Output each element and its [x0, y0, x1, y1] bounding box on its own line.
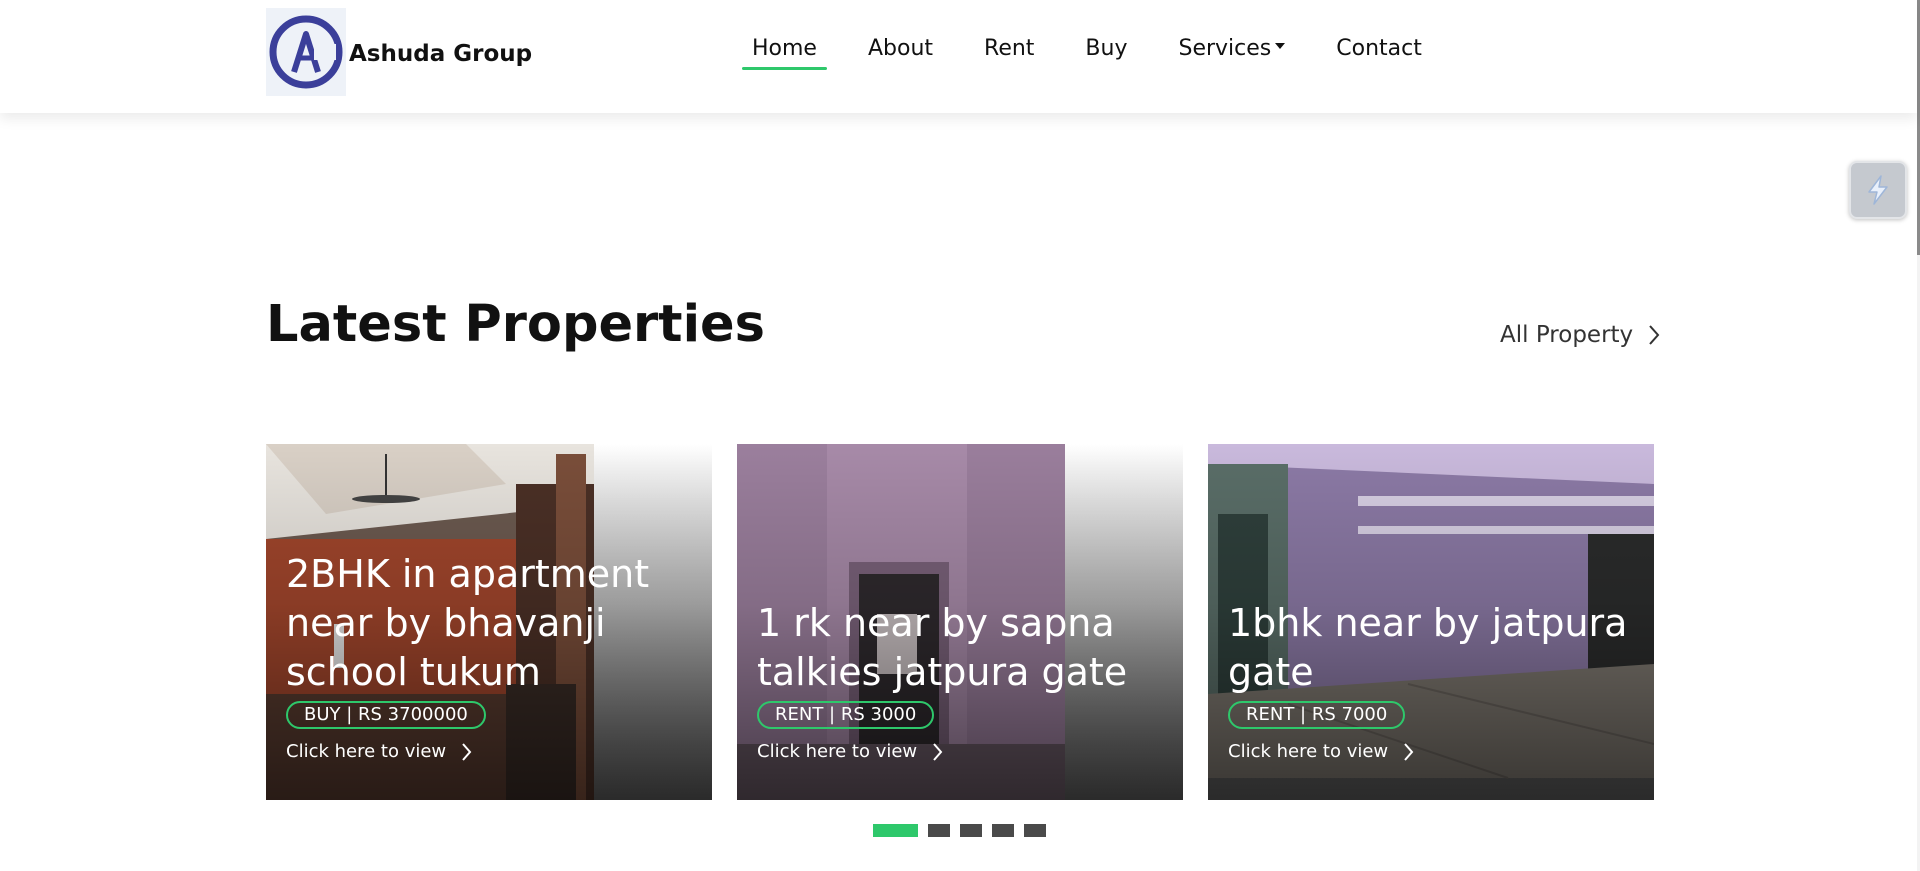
chevron-right-icon — [1404, 742, 1414, 761]
carousel-dot[interactable] — [928, 824, 950, 837]
brand-logo — [266, 8, 346, 96]
nav-about-label: About — [867, 36, 934, 61]
chevron-right-icon — [1649, 325, 1660, 345]
main-nav: Home About Rent Buy Services Contact — [742, 34, 1432, 70]
card-view-label: Click here to view — [286, 741, 447, 762]
nav-contact[interactable]: Contact — [1326, 34, 1432, 66]
carousel-dot[interactable] — [1024, 824, 1046, 837]
carousel-dot[interactable] — [873, 824, 918, 837]
nav-buy[interactable]: Buy — [1075, 34, 1137, 66]
bolt-widget-icon — [1868, 175, 1888, 205]
nav-rent[interactable]: Rent — [974, 34, 1044, 66]
property-card[interactable]: 1 rk near by sapna talkies jatpura gate … — [737, 444, 1183, 800]
card-view-link[interactable]: Click here to view — [1228, 741, 1638, 762]
all-property-link[interactable]: All Property — [1500, 322, 1661, 348]
property-card[interactable]: 1bhk near by jatpura gate RENT | RS 7000… — [1208, 444, 1654, 800]
carousel-pagination — [873, 824, 1046, 837]
chevron-right-icon — [462, 742, 472, 761]
site-header: Ashuda Group Home About Rent Buy Service… — [0, 0, 1917, 113]
card-title: 1bhk near by jatpura gate — [1228, 601, 1628, 694]
card-content: 1 rk near by sapna talkies jatpura gate … — [757, 599, 1167, 762]
card-price-badge: BUY | RS 3700000 — [286, 701, 486, 729]
card-title: 2BHK in apartment near by bhavanji schoo… — [286, 552, 650, 694]
nav-rent-label: Rent — [984, 36, 1035, 61]
card-title: 1 rk near by sapna talkies jatpura gate — [757, 601, 1128, 694]
card-view-label: Click here to view — [1228, 741, 1389, 762]
carousel-dot[interactable] — [992, 824, 1014, 837]
brand-link[interactable]: Ashuda Group — [266, 8, 532, 96]
brand-name: Ashuda Group — [349, 41, 533, 67]
card-content: 1bhk near by jatpura gate RENT | RS 7000… — [1228, 599, 1638, 762]
property-card[interactable]: 2BHK in apartment near by bhavanji schoo… — [266, 444, 712, 800]
nav-services-dropdown[interactable]: Services — [1168, 34, 1295, 66]
nav-home-label: Home — [752, 36, 817, 61]
card-content: 2BHK in apartment near by bhavanji schoo… — [286, 550, 696, 762]
card-price-badge: RENT | RS 3000 — [757, 701, 935, 729]
card-view-link[interactable]: Click here to view — [286, 741, 696, 762]
all-property-label: All Property — [1500, 322, 1634, 348]
card-view-label: Click here to view — [757, 741, 918, 762]
nav-contact-label: Contact — [1336, 36, 1422, 61]
caret-down-icon — [1275, 43, 1286, 49]
nav-services-label: Services — [1178, 36, 1272, 61]
nav-home[interactable]: Home — [742, 34, 827, 70]
nav-buy-label: Buy — [1085, 36, 1128, 61]
nav-about[interactable]: About — [858, 34, 943, 66]
property-carousel: 2BHK in apartment near by bhavanji schoo… — [266, 444, 1656, 800]
floating-widget-button[interactable] — [1849, 161, 1907, 219]
section-title: Latest Properties — [266, 295, 765, 354]
carousel-dot[interactable] — [960, 824, 982, 837]
card-price-badge: RENT | RS 7000 — [1228, 701, 1406, 729]
card-view-link[interactable]: Click here to view — [757, 741, 1167, 762]
chevron-right-icon — [933, 742, 943, 761]
